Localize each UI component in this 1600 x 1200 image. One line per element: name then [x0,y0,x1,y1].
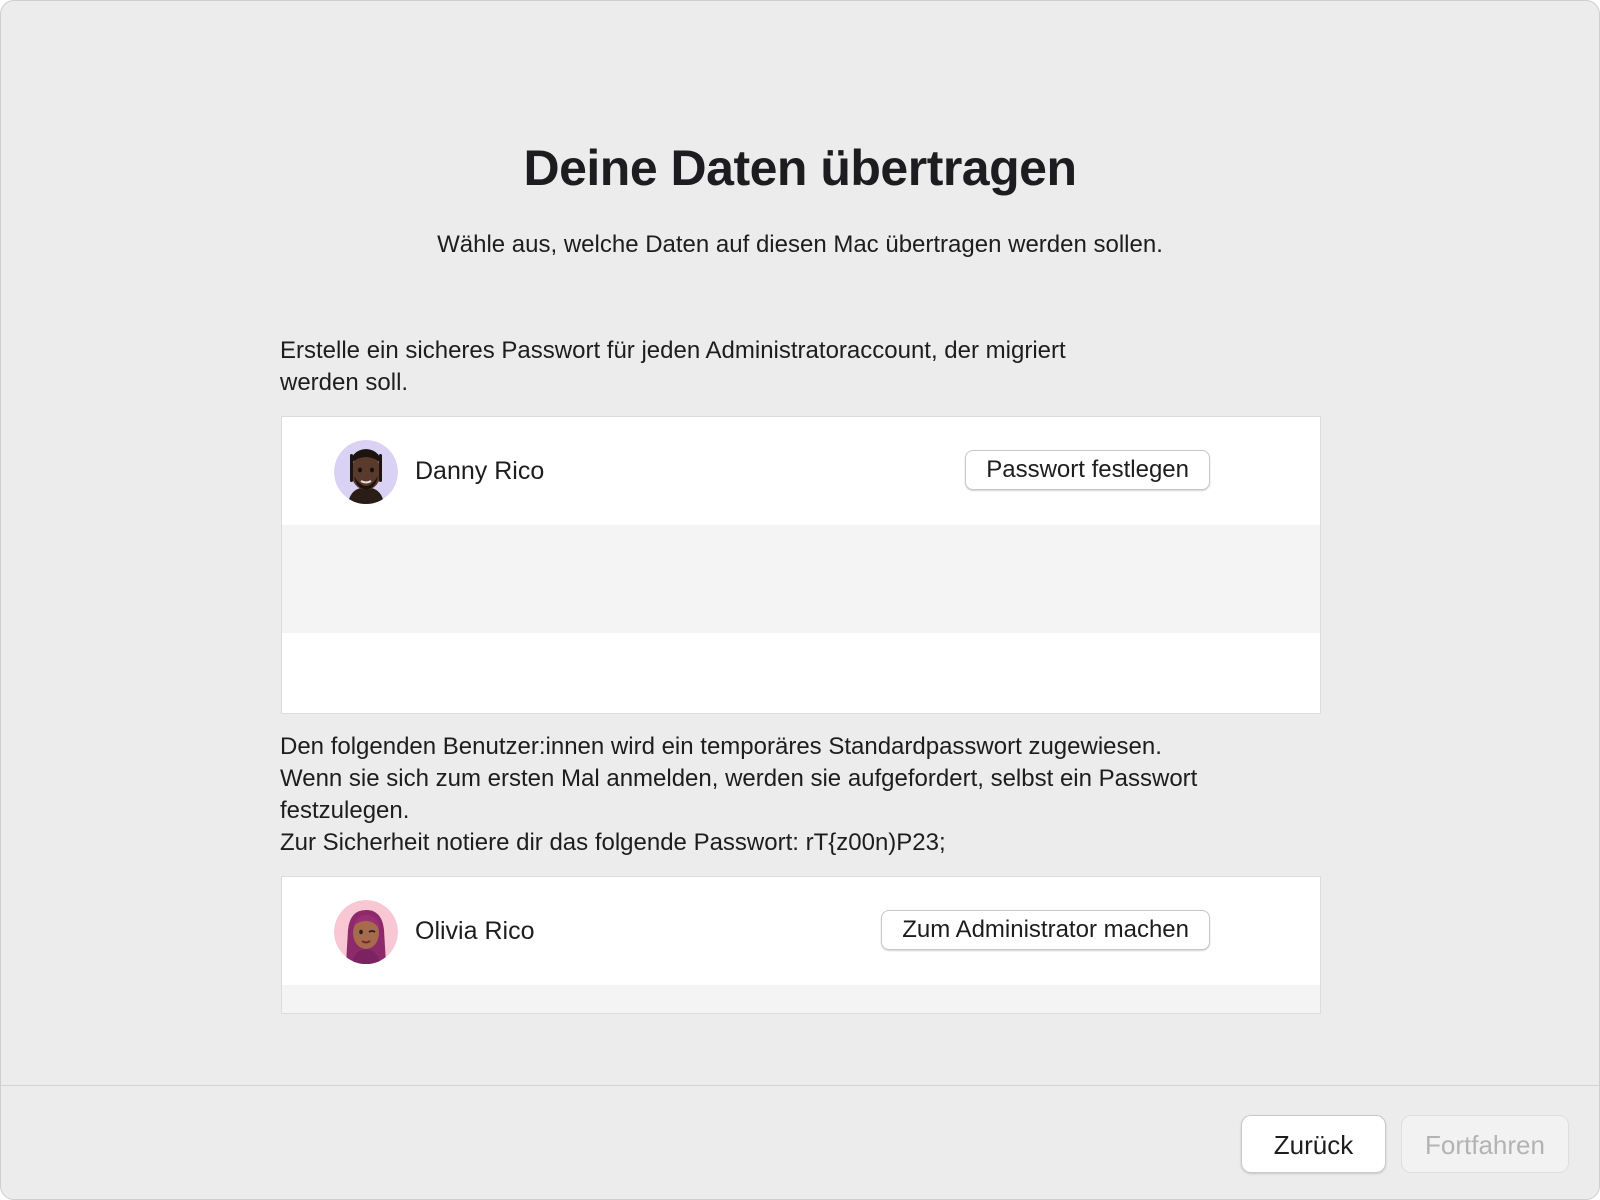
standard-instruction-line: festzulegen. [280,797,410,824]
empty-list-row [282,985,1320,1013]
empty-list-row [282,633,1320,713]
standard-instruction-line: Wenn sie sich zum ersten Mal anmelden, w… [280,765,1198,792]
list-item: Danny Rico Passwort festlegen [282,417,1320,525]
set-password-button[interactable]: Passwort festlegen [965,450,1210,490]
admin-instruction-line: werden soll. [280,369,409,396]
admin-instruction: Erstelle ein sicheres Passwort für jeden… [280,335,1230,399]
list-item: Olivia Rico Zum Administrator machen [282,877,1320,985]
back-button[interactable]: Zurück [1241,1115,1386,1173]
admin-user-list: Danny Rico Passwort festlegen [281,416,1321,714]
continue-button[interactable]: Fortfahren [1401,1115,1569,1173]
page-title: Deine Daten übertragen [523,140,1077,196]
standard-instruction: Den folgenden Benutzer:innen wird ein te… [280,731,1340,859]
memoji-woman-avatar-icon [334,900,398,964]
admin-instruction-line: Erstelle ein sicheres Passwort für jeden… [280,337,1066,364]
migration-assistant-window: Deine Daten übertragen Wähle aus, welche… [0,0,1600,1200]
user-name: Danny Rico [415,457,545,485]
user-name: Olivia Rico [415,917,535,945]
make-admin-button[interactable]: Zum Administrator machen [881,910,1210,950]
memoji-man-avatar-icon [334,440,398,504]
standard-instruction-line: Den folgenden Benutzer:innen wird ein te… [280,733,1162,760]
page-subtitle: Wähle aus, welche Daten auf diesen Mac ü… [437,231,1163,258]
empty-list-row [282,525,1320,633]
standard-user-list: Olivia Rico Zum Administrator machen [281,876,1321,1014]
temporary-password-line: Zur Sicherheit notiere dir das folgende … [280,829,946,856]
footer-divider [1,1085,1599,1086]
